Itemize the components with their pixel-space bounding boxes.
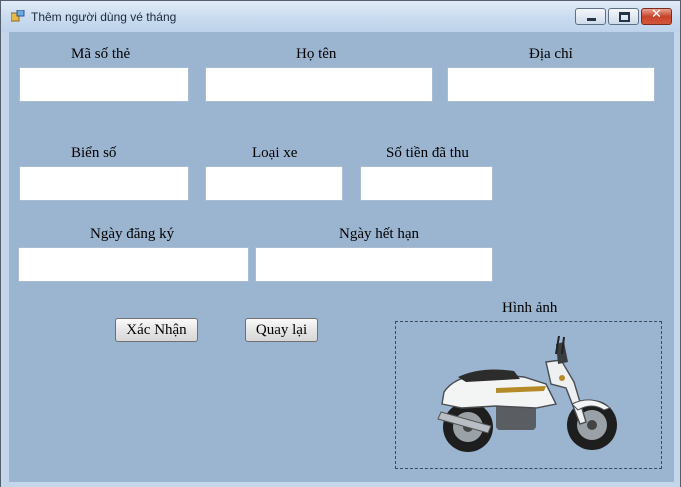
- window-frame-bottom: [1, 482, 680, 487]
- window-title: Thêm người dùng vé tháng: [31, 10, 177, 24]
- title-bar[interactable]: Thêm người dùng vé tháng ✕: [1, 1, 680, 32]
- amount-collected-input[interactable]: [360, 166, 493, 201]
- back-button[interactable]: Quay lại: [245, 318, 318, 342]
- register-date-label: Ngày đăng ký: [90, 226, 175, 242]
- vehicle-type-input[interactable]: [205, 166, 343, 201]
- address-label: Địa chỉ: [529, 46, 573, 62]
- maximize-button[interactable]: [608, 8, 639, 25]
- vehicle-type-label: Loại xe: [252, 145, 298, 161]
- app-window: Thêm người dùng vé tháng ✕ Mã số thẻ Họ …: [0, 0, 681, 487]
- plate-label: Biển số: [71, 145, 117, 161]
- close-button[interactable]: ✕: [641, 7, 672, 25]
- confirm-button[interactable]: Xác Nhận: [115, 318, 198, 342]
- address-input[interactable]: [447, 67, 655, 102]
- minimize-icon: [587, 18, 596, 21]
- minimize-button[interactable]: [575, 8, 606, 25]
- image-label: Hình ảnh: [502, 300, 558, 316]
- form-body: Mã số thẻ Họ tên Địa chỉ Biển số Loại xe…: [9, 32, 674, 482]
- full-name-input[interactable]: [205, 67, 433, 102]
- expiry-date-input[interactable]: [255, 247, 493, 282]
- motorcycle-image: [437, 335, 617, 452]
- card-id-label: Mã số thẻ: [71, 46, 131, 62]
- register-date-input[interactable]: [18, 247, 249, 282]
- plate-input[interactable]: [19, 166, 189, 201]
- card-id-input[interactable]: [19, 67, 189, 102]
- vehicle-picture-box[interactable]: [395, 321, 662, 469]
- full-name-label: Họ tên: [296, 46, 337, 62]
- amount-collected-label: Số tiền đã thu: [386, 145, 469, 161]
- expiry-date-label: Ngày hết hạn: [339, 226, 419, 242]
- maximize-icon: [619, 12, 630, 22]
- app-icon: [11, 10, 25, 22]
- close-icon: ✕: [651, 7, 662, 22]
